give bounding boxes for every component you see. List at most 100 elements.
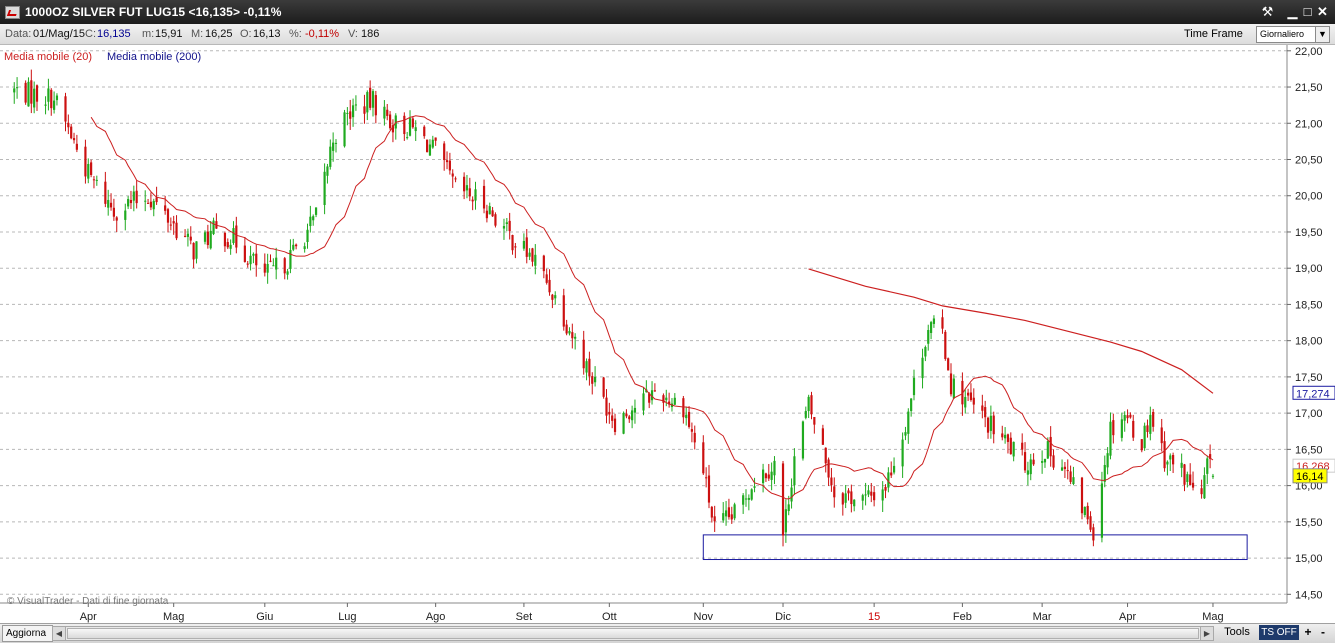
candle-body — [1001, 433, 1004, 438]
candle-body — [235, 225, 238, 248]
candle-body — [534, 254, 537, 266]
candle-body — [90, 162, 93, 175]
vol-value: 186 — [361, 28, 380, 40]
date-value: 01/Mag/15 — [33, 28, 85, 40]
candle-body — [1032, 459, 1035, 465]
close-button[interactable]: ✕ — [1315, 4, 1330, 19]
refresh-button[interactable]: Aggiorna — [2, 625, 53, 642]
candle-body — [203, 232, 207, 242]
candle-body — [24, 82, 27, 103]
candle-body — [431, 139, 434, 148]
candle-body — [602, 377, 605, 397]
time-axis: Apr Mag Giu Lug Ago Set Ott Nov Dic 15 Feb Mar Apr Ma… — [80, 603, 1224, 623]
candle-body — [685, 414, 688, 419]
candle-body — [53, 100, 56, 110]
candle-body — [710, 506, 713, 518]
pin-icon[interactable]: ⚒ — [1260, 4, 1275, 19]
candle-body — [881, 489, 884, 501]
candle-body — [189, 236, 192, 241]
zoom-out-button[interactable]: - — [1316, 625, 1330, 640]
candle-body — [850, 491, 853, 505]
candle-body — [146, 202, 150, 204]
candle-body — [15, 87, 19, 89]
candle-body — [542, 255, 545, 272]
ts-toggle-button[interactable]: TS OFF — [1259, 625, 1299, 640]
support-box — [702, 534, 1248, 561]
candle-body — [1149, 414, 1152, 434]
candle-body — [631, 410, 634, 421]
horizontal-scrollbar[interactable]: ◀ ▶ — [52, 626, 1214, 641]
candle-body — [892, 465, 896, 473]
price-chart[interactable]: 14,5015,0015,5016,0016,5017,0017,5018,00… — [0, 45, 1335, 623]
zoom-in-button[interactable]: + — [1301, 625, 1315, 640]
candle-body — [1060, 467, 1064, 471]
candle-body — [508, 220, 511, 232]
candle-body — [705, 477, 708, 479]
scroll-thumb[interactable] — [67, 628, 1199, 639]
candle-body — [332, 142, 335, 151]
month-label: Set — [516, 611, 533, 623]
price-tick-label: 18,00 — [1295, 336, 1323, 348]
scroll-right-icon[interactable]: ▶ — [1200, 627, 1213, 640]
candle-body — [275, 257, 278, 270]
candle-body — [693, 432, 696, 443]
candle-body — [1132, 420, 1135, 438]
candle-body — [246, 263, 249, 265]
month-label: Mar — [1033, 611, 1052, 623]
scroll-left-icon[interactable]: ◀ — [53, 627, 66, 640]
candle-body — [591, 376, 594, 384]
candle-body — [1006, 434, 1010, 442]
candle-body — [175, 222, 178, 239]
candle-body — [351, 105, 355, 118]
price-tick-label: 19,00 — [1295, 263, 1323, 275]
candle-body — [463, 176, 466, 192]
candle-body — [813, 417, 816, 425]
candle-body — [1089, 516, 1092, 530]
candle-body — [787, 504, 790, 512]
candle-body — [109, 202, 113, 208]
candle-body — [927, 330, 930, 344]
candle-body — [861, 495, 864, 501]
candle-body — [1021, 442, 1024, 450]
timeframe-select[interactable]: Giornaliero ▼ — [1256, 26, 1330, 43]
candle-body — [1046, 441, 1049, 459]
candle-body — [841, 493, 844, 505]
tools-button[interactable]: Tools — [1218, 625, 1256, 640]
candle-body — [622, 412, 625, 434]
title-bar[interactable]: 1000OZ SILVER FUT LUG15 <16,135> -0,11% … — [0, 0, 1335, 24]
candle-body — [70, 126, 73, 139]
candle-body — [50, 89, 53, 109]
close-label: C: — [85, 28, 96, 40]
minimize-button[interactable]: ▁ — [1285, 4, 1300, 19]
candle-body — [947, 358, 950, 371]
candle-body — [821, 428, 824, 445]
candle-body — [608, 411, 611, 415]
candle-body — [366, 92, 369, 113]
candle-body — [388, 114, 392, 129]
candle-body — [252, 253, 255, 256]
candle-body — [426, 139, 429, 153]
price-tick-label: 16,50 — [1295, 444, 1323, 456]
candle-body — [482, 185, 486, 209]
candle-body — [571, 332, 574, 339]
candle-body — [628, 416, 631, 420]
ma200-layer — [808, 268, 1214, 394]
candle-body — [770, 471, 773, 480]
candle-body — [574, 336, 577, 339]
maximize-button[interactable]: □ — [1300, 4, 1315, 19]
candle-body — [873, 492, 876, 501]
legend-ma200: Media mobile (200) — [107, 51, 201, 63]
candle-body — [95, 179, 98, 181]
price-tick-label: 20,00 — [1295, 191, 1323, 203]
price-tick-label: 17,50 — [1295, 372, 1323, 384]
candle-body — [383, 106, 386, 119]
candle-body — [793, 456, 796, 486]
candle-body — [349, 111, 352, 119]
candle-body — [84, 146, 87, 177]
dropdown-arrow-icon[interactable]: ▼ — [1315, 27, 1329, 42]
candle-body — [1100, 483, 1104, 538]
month-label: Ott — [602, 611, 617, 623]
candle-body — [186, 233, 190, 237]
candle-body — [1066, 470, 1069, 472]
candle-body — [870, 491, 873, 496]
